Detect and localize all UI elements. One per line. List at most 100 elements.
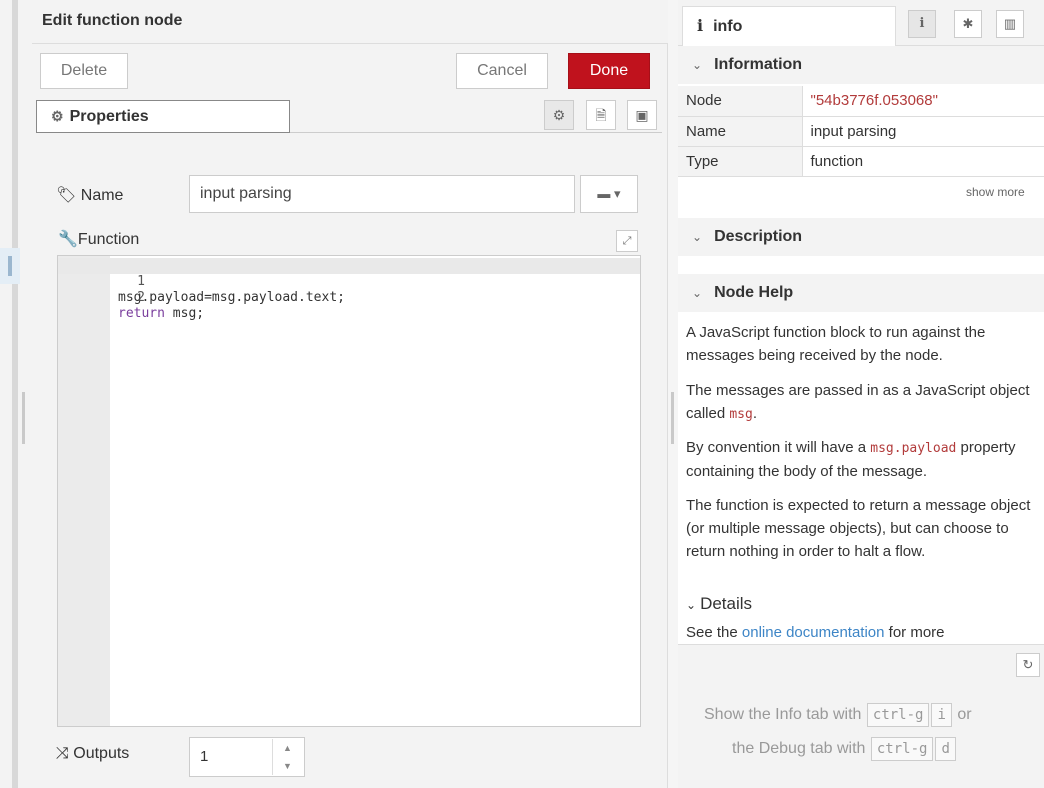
info-shortcut-hint: Show the Info tab with ctrl-g i or bbox=[704, 703, 972, 727]
shuffle-icon: ⤨ bbox=[56, 745, 69, 762]
name-label-text: Name bbox=[80, 187, 124, 204]
info-value: input parsing bbox=[802, 116, 1044, 147]
help-paragraph: The function is expected to return a mes… bbox=[686, 497, 1031, 560]
help-text-part: By convention it will have a bbox=[686, 439, 871, 456]
info-icon: i bbox=[697, 16, 704, 35]
spinner-up-icon[interactable]: ▲ bbox=[273, 739, 302, 757]
book-icon: ▬ bbox=[597, 186, 611, 201]
node-help-section-header[interactable]: ⌄ Node Help bbox=[678, 274, 1044, 312]
inline-code: msg bbox=[729, 407, 753, 422]
info-sidebar: i info i ✱ ▥ ⌄ Information Node "54b3776f.… bbox=[678, 0, 1044, 788]
chevron-down-icon: ⌄ bbox=[692, 286, 703, 300]
appearance-tab-icon[interactable]: ▣ bbox=[627, 100, 657, 130]
shortcut-key: d bbox=[935, 737, 956, 761]
gear-icon: ⚙ bbox=[51, 108, 64, 124]
info-value: function bbox=[802, 146, 1044, 177]
debug-bug-icon[interactable]: ✱ bbox=[954, 10, 982, 38]
separator-grip[interactable] bbox=[671, 392, 674, 444]
help-paragraph: By convention it will have a msg.payload… bbox=[686, 436, 1040, 483]
code-text: return msg; bbox=[118, 306, 204, 322]
info-key: Name bbox=[678, 116, 803, 147]
description-section-header[interactable]: ⌄ Description bbox=[678, 218, 1044, 256]
code-editor[interactable]: 1 msg.payload=msg.payload.text; 2 return… bbox=[57, 255, 641, 727]
sidebar-separator[interactable] bbox=[668, 0, 678, 788]
outputs-spinner: ▲ ▼ bbox=[272, 739, 302, 775]
edit-tray: Edit function node Delete Cancel Done ⚙ P… bbox=[32, 0, 668, 788]
function-label: 🔧Function bbox=[58, 229, 139, 249]
hint-text: Show the Info tab with bbox=[704, 706, 862, 723]
tray-header: Edit function node bbox=[32, 0, 668, 44]
palette-scrollbar[interactable] bbox=[12, 0, 18, 788]
settings-tab-icon[interactable]: ⚙ bbox=[544, 100, 574, 130]
delete-button[interactable]: Delete bbox=[40, 53, 128, 89]
sidebar-footer: ↻ Show the Info tab with ctrl-g i or the … bbox=[678, 644, 1044, 788]
tab-properties[interactable]: ⚙ Properties bbox=[36, 100, 290, 133]
info-tab-button-icon[interactable]: i bbox=[908, 10, 936, 38]
tab-info[interactable]: i info bbox=[682, 6, 896, 46]
workspace-edge bbox=[0, 0, 32, 788]
function-label-text: Function bbox=[77, 231, 140, 248]
code-rest: msg; bbox=[164, 306, 205, 321]
chevron-down-icon: ▾ bbox=[614, 186, 621, 201]
details-toggle[interactable]: ⌄ Details bbox=[686, 594, 752, 614]
name-label: 🏷 Name bbox=[56, 185, 123, 205]
online-documentation-link[interactable]: online documentation bbox=[742, 624, 885, 641]
description-tab-icon[interactable]: 🗎 bbox=[586, 100, 616, 130]
details-label: Details bbox=[700, 594, 753, 613]
tray-title: Edit function node bbox=[42, 12, 183, 29]
name-input[interactable]: input parsing bbox=[189, 175, 575, 213]
shortcut-key: i bbox=[931, 703, 952, 727]
code-line[interactable]: 2 return msg; bbox=[58, 274, 204, 321]
code-text: msg.payload=msg.payload.text; bbox=[118, 290, 345, 305]
code-line[interactable]: 1 msg.payload=msg.payload.text; bbox=[58, 258, 345, 305]
tray-tabs: ⚙ Properties ⚙ 🗎 ▣ bbox=[32, 97, 668, 135]
wrench-icon: 🔧 bbox=[58, 231, 78, 248]
refresh-icon[interactable]: ↻ bbox=[1016, 653, 1040, 677]
chevron-down-icon: ⌄ bbox=[692, 230, 703, 244]
chevron-down-icon: ⌄ bbox=[686, 598, 697, 612]
icon-select-button[interactable]: ▬ ▾ bbox=[580, 175, 638, 213]
description-header-label: Description bbox=[714, 228, 803, 245]
inline-code: msg.payload bbox=[870, 441, 957, 456]
see-documentation-text: See the online documentation for more bbox=[686, 624, 945, 641]
info-table: Node "54b3776f.053068" Name input parsin… bbox=[678, 86, 1044, 177]
tag-icon: 🏷 bbox=[56, 187, 77, 204]
code-keyword: return bbox=[118, 306, 165, 321]
expand-editor-icon[interactable]: ⤢ bbox=[616, 230, 638, 252]
help-text-part: . bbox=[752, 405, 758, 422]
hint-text: the Debug tab with bbox=[732, 740, 866, 757]
help-paragraph: A JavaScript function block to run again… bbox=[686, 324, 986, 364]
node-help-header-label: Node Help bbox=[714, 284, 794, 301]
table-row: Type function bbox=[678, 146, 1044, 177]
debug-shortcut-hint: the Debug tab with ctrl-g d bbox=[732, 737, 957, 761]
table-row: Node "54b3776f.053068" bbox=[678, 86, 1044, 117]
workspace-node-fragment bbox=[0, 248, 20, 284]
dashboard-chart-icon[interactable]: ▥ bbox=[996, 10, 1024, 38]
show-more-link[interactable]: show more bbox=[966, 185, 1025, 199]
hint-text: or bbox=[957, 706, 972, 723]
active-line-highlight bbox=[58, 258, 640, 274]
tab-info-label: info bbox=[713, 18, 743, 35]
help-text-part: See the bbox=[686, 624, 742, 641]
shortcut-key: ctrl-g bbox=[870, 737, 934, 761]
info-key: Node bbox=[678, 86, 803, 117]
spinner-down-icon[interactable]: ▼ bbox=[273, 757, 302, 775]
outputs-label: ⤨ Outputs bbox=[56, 745, 129, 763]
chevron-down-icon: ⌄ bbox=[692, 58, 703, 72]
line-number: 2 bbox=[137, 290, 145, 305]
help-paragraph: The messages are passed in as a JavaScri… bbox=[686, 379, 1040, 426]
cancel-button[interactable]: Cancel bbox=[456, 53, 548, 89]
info-key: Type bbox=[678, 146, 803, 177]
done-button[interactable]: Done bbox=[568, 53, 650, 89]
info-value-node-id[interactable]: "54b3776f.053068" bbox=[802, 86, 1044, 117]
tab-properties-label: Properties bbox=[69, 108, 149, 125]
sidebar-tabbar: i info i ✱ ▥ bbox=[678, 0, 1044, 46]
outputs-label-text: Outputs bbox=[73, 745, 130, 762]
help-text-part: for more bbox=[884, 624, 945, 641]
shortcut-key: ctrl-g bbox=[866, 703, 930, 727]
palette-resize-handle[interactable] bbox=[22, 392, 25, 444]
table-row: Name input parsing bbox=[678, 116, 1044, 147]
information-section-header[interactable]: ⌄ Information bbox=[678, 46, 1044, 84]
tab-underline bbox=[290, 132, 662, 133]
information-header-label: Information bbox=[714, 56, 803, 73]
